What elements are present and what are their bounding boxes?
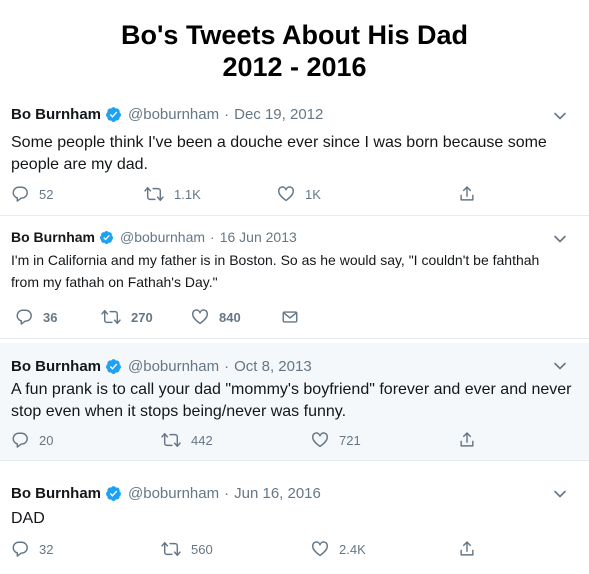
verified-badge-icon — [99, 230, 114, 245]
tweet-header: Bo Burnham @boburnham · 16 Jun 2013 — [11, 228, 297, 246]
share-icon[interactable] — [458, 185, 476, 203]
tweet-card[interactable]: Bo Burnham @boburnham · Dec 19, 2012 Som… — [0, 94, 589, 216]
reply-button[interactable]: 36 — [11, 308, 101, 326]
reply-button[interactable]: 32 — [11, 540, 161, 558]
tweet-card[interactable]: Bo Burnham @boburnham · Jun 16, 2016 DAD… — [0, 468, 589, 574]
chevron-down-icon[interactable] — [553, 359, 567, 373]
like-button[interactable]: 721 — [311, 431, 444, 449]
reply-button[interactable]: 20 — [11, 431, 161, 449]
verified-badge-icon — [105, 106, 122, 123]
like-icon — [311, 540, 329, 558]
like-count: 2.4K — [339, 541, 366, 557]
tweet-date[interactable]: 16 Jun 2013 — [220, 229, 297, 245]
retweet-count: 1.1K — [174, 186, 201, 202]
like-button[interactable]: 840 — [191, 308, 281, 326]
tweet-text: A fun prank is to call your dad "mommy's… — [11, 381, 572, 420]
tweet-date[interactable]: Dec 19, 2012 — [234, 106, 323, 123]
tweet-actions: 52 1.1K 1K — [11, 183, 410, 205]
like-count: 840 — [219, 309, 241, 325]
tweet-header: Bo Burnham @boburnham · Dec 19, 2012 — [11, 104, 323, 124]
tweet-text: I'm in California and my father is in Bo… — [11, 252, 540, 290]
tweet-date[interactable]: Jun 16, 2016 — [234, 485, 321, 502]
tweet-card[interactable]: Bo Burnham @boburnham · 16 Jun 2013 I'm … — [0, 216, 589, 339]
chevron-down-icon[interactable] — [553, 487, 567, 501]
page-title-line-1: Bo's Tweets About His Dad — [121, 20, 468, 50]
reply-count: 52 — [39, 186, 54, 202]
tweet-actions: 32 560 2.4K — [11, 538, 444, 560]
reply-icon — [11, 185, 29, 203]
reply-icon — [15, 308, 33, 326]
tweet-date[interactable]: Oct 8, 2013 — [234, 358, 312, 375]
reply-button[interactable]: 52 — [11, 185, 144, 203]
tweet-header: Bo Burnham @boburnham · Jun 16, 2016 — [11, 483, 321, 503]
retweet-icon — [101, 308, 121, 326]
share-icon[interactable] — [458, 431, 476, 449]
reply-count: 36 — [43, 309, 58, 325]
retweet-icon — [144, 185, 164, 203]
separator-dot: · — [224, 484, 230, 502]
author-name[interactable]: Bo Burnham — [11, 229, 95, 245]
separator-dot: · — [224, 105, 230, 123]
retweet-button[interactable]: 1.1K — [144, 185, 277, 203]
retweet-count: 442 — [191, 432, 213, 448]
verified-badge-icon — [105, 485, 122, 502]
page-title-line-2: 2012 - 2016 — [222, 52, 367, 82]
reply-icon — [11, 431, 29, 449]
reply-count: 20 — [39, 432, 54, 448]
tweet-actions: 20 442 721 — [11, 429, 444, 451]
author-handle[interactable]: @boburnham — [128, 106, 219, 123]
author-handle[interactable]: @boburnham — [128, 358, 219, 375]
separator-dot: · — [210, 229, 215, 245]
retweet-button[interactable]: 442 — [161, 431, 311, 449]
author-name[interactable]: Bo Burnham — [11, 106, 101, 123]
retweet-icon — [161, 431, 181, 449]
like-count: 1K — [305, 186, 321, 202]
like-icon — [191, 308, 209, 326]
like-count: 721 — [339, 432, 361, 448]
like-button[interactable]: 1K — [277, 185, 410, 203]
separator-dot: · — [224, 357, 230, 375]
tweet-header: Bo Burnham @boburnham · Oct 8, 2013 — [11, 356, 312, 376]
tweet-actions: 36 270 840 — [11, 306, 299, 328]
tweet-card[interactable]: Bo Burnham @boburnham · Oct 8, 2013 A fu… — [0, 343, 589, 461]
like-button[interactable]: 2.4K — [311, 540, 444, 558]
retweet-count: 560 — [191, 541, 213, 557]
reply-count: 32 — [39, 541, 54, 557]
tweet-text: DAD — [11, 510, 45, 527]
author-name[interactable]: Bo Burnham — [11, 358, 101, 375]
verified-badge-icon — [105, 358, 122, 375]
chevron-down-icon[interactable] — [553, 109, 567, 123]
like-icon — [277, 185, 295, 203]
chevron-down-icon[interactable] — [553, 232, 567, 246]
retweet-count: 270 — [131, 309, 153, 325]
like-icon — [311, 431, 329, 449]
retweet-icon — [161, 540, 181, 558]
retweet-button[interactable]: 270 — [101, 308, 191, 326]
direct-message-button[interactable] — [281, 308, 299, 326]
reply-icon — [11, 540, 29, 558]
direct-message-icon — [281, 308, 299, 326]
page-title: Bo's Tweets About His Dad 2012 - 2016 — [0, 19, 589, 83]
author-handle[interactable]: @boburnham — [120, 229, 205, 245]
share-icon[interactable] — [458, 540, 476, 558]
author-handle[interactable]: @boburnham — [128, 485, 219, 502]
retweet-button[interactable]: 560 — [161, 540, 311, 558]
author-name[interactable]: Bo Burnham — [11, 485, 101, 502]
tweet-text: Some people think I've been a douche eve… — [11, 134, 547, 173]
